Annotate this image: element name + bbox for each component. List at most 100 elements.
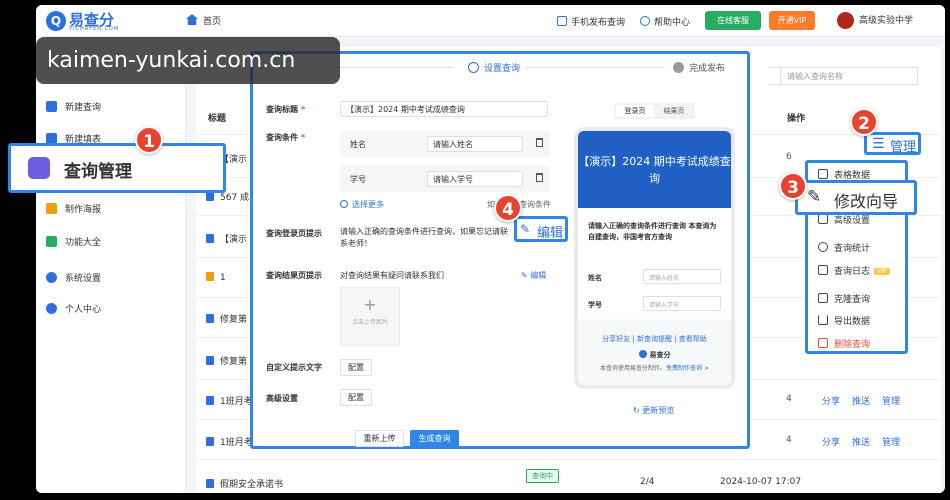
doc-icon: [206, 437, 214, 446]
doc-icon: [206, 272, 214, 281]
sidebar-item-label: 新建查询: [65, 103, 102, 113]
row-title: 1: [220, 273, 226, 283]
menu-icon: ☰: [872, 136, 885, 152]
reupload-button[interactable]: 重新上传: [355, 430, 404, 447]
menu-item-label: 查询日志: [834, 267, 871, 277]
search-input[interactable]: 请输入查询名称: [780, 67, 918, 85]
table-row[interactable]: 1班月考: [206, 394, 253, 407]
made-by-text: 本查询使用易查分制作。: [600, 365, 667, 372]
phone-header: 【演示】2024 期中考试成绩查询: [578, 131, 731, 208]
sidebar-item-new-query[interactable]: 新建查询: [46, 100, 101, 113]
callout-edit: ✎ 编辑: [514, 216, 568, 242]
row-title: 【演示: [220, 235, 248, 245]
sidebar-item-features[interactable]: 功能大全: [46, 235, 101, 248]
step-label: 设置查询: [484, 64, 521, 74]
divider: [196, 459, 941, 460]
conditions-label: 查询条件 *: [266, 133, 306, 142]
doc-icon: [206, 192, 214, 201]
online-service-button[interactable]: 在线客服: [705, 11, 761, 30]
edit-label: 编辑: [530, 271, 547, 280]
edit-result-tip-button[interactable]: ✎ 编辑: [521, 270, 546, 281]
row-count: 4: [786, 394, 792, 404]
menu-item-label: 导出数据: [834, 317, 871, 327]
menu-item-delete[interactable]: 删除查询: [818, 337, 870, 350]
refresh-preview-button[interactable]: ↻ 更新预览: [633, 405, 674, 416]
title-input[interactable]: 【演示】2024 期中考试成绩查询: [340, 101, 548, 117]
user-menu[interactable]: 高级实验中学: [837, 12, 913, 29]
help-link[interactable]: 帮助中心: [640, 15, 690, 28]
step-label: 完成发布: [689, 64, 726, 74]
share-link[interactable]: 分享: [822, 438, 840, 448]
table-row[interactable]: 假期安全承诺书: [206, 477, 283, 490]
table-row[interactable]: 修复第: [206, 354, 247, 367]
menu-item-export[interactable]: 导出数据: [818, 314, 870, 327]
sidebar-item-label: 个人中心: [65, 305, 102, 315]
sidebar-item-profile[interactable]: 个人中心: [46, 302, 101, 315]
vip-button[interactable]: 开通VIP: [769, 11, 815, 30]
clock-icon: [818, 242, 828, 252]
label-text: 查询标题: [266, 105, 298, 114]
doc-icon: [206, 396, 214, 405]
refresh-icon: ↻: [633, 406, 640, 415]
home-icon: [186, 14, 198, 25]
table-row[interactable]: 1: [206, 272, 226, 283]
home-link[interactable]: 首页: [186, 14, 221, 27]
trash-icon[interactable]: [536, 138, 543, 147]
row-title: 1班月考: [220, 397, 253, 407]
condition-name: 姓名: [350, 140, 366, 149]
preview-tabs: 登录页 结果页: [614, 103, 695, 119]
step-badge: 2: [850, 108, 878, 136]
doc-icon: [206, 314, 214, 323]
manage-link[interactable]: 管理: [882, 438, 900, 448]
phone-footer: 分享好友 | 新查询提醒 | 查看帮助 易查分 本查询使用易查分制作。免费制作查…: [578, 319, 731, 385]
row-title: 1班月考: [220, 438, 253, 448]
select-more-link[interactable]: 选择更多: [340, 199, 384, 210]
row-time: 2024-10-07 17:07: [720, 477, 802, 487]
condition-input[interactable]: 请输入姓名: [427, 136, 523, 152]
condition-input[interactable]: 请输入学号: [427, 171, 523, 187]
col-title-header: 标题: [208, 114, 227, 124]
callout-label: 编辑: [537, 226, 564, 241]
logo-sub: YICHAFEN.COM: [69, 26, 120, 32]
menu-item-label: 高级设置: [834, 216, 871, 226]
push-link[interactable]: 推送: [852, 397, 870, 407]
tab-login-page[interactable]: 登录页: [616, 105, 654, 117]
advanced-config-button[interactable]: 配置: [340, 389, 372, 406]
table-row[interactable]: 1班月考: [206, 435, 253, 448]
sidebar-item-settings[interactable]: 系统设置: [46, 271, 101, 284]
status-badge: 查询中: [526, 469, 559, 483]
callout-edit-wizard: ✎ 修改向导: [795, 180, 917, 215]
phone-screen: 【演示】2024 期中考试成绩查询 请输入正确的查询条件进行查询 本查询为自建查…: [578, 131, 731, 385]
title-label: 查询标题 *: [266, 105, 306, 114]
push-link[interactable]: 推送: [852, 438, 870, 448]
label-text: 查询条件: [266, 133, 298, 142]
generate-query-button[interactable]: 生成查询: [410, 430, 459, 447]
row-title: 567 成: [220, 193, 250, 203]
features-icon: [46, 236, 57, 247]
upload-image-button[interactable]: + 点击上传图片: [340, 287, 400, 346]
pencil-icon: ✎: [521, 271, 528, 280]
home-label: 首页: [203, 17, 222, 27]
step-badge: 4: [494, 194, 522, 222]
trash-icon[interactable]: [536, 173, 543, 182]
sidebar-item-poster[interactable]: 制作海报: [46, 202, 101, 215]
grid-icon: [818, 214, 828, 224]
phone-preview: 【演示】2024 期中考试成绩查询 请输入正确的查询条件进行查询 本查询为自建查…: [574, 127, 735, 389]
mobile-publish-link[interactable]: 手机发布查询: [557, 15, 625, 28]
row-count: 6: [786, 152, 792, 162]
custom-text-config-button[interactable]: 配置: [340, 359, 372, 376]
upload-text: 点击上传图片: [351, 319, 388, 326]
check-icon: [673, 62, 684, 73]
menu-item-stats[interactable]: 查询统计: [818, 241, 870, 254]
logo[interactable]: Q 易查分 YICHAFEN.COM: [46, 9, 120, 33]
brand-name: 易查分: [649, 351, 671, 359]
school-name: 高级实验中学: [859, 16, 914, 26]
table-row[interactable]: 【演示: [206, 232, 247, 245]
share-link[interactable]: 分享: [822, 397, 840, 407]
menu-item-log[interactable]: 查询日志 VIP: [818, 264, 890, 277]
menu-item-clone[interactable]: 克隆查询: [818, 292, 870, 305]
step-badge: 1: [135, 126, 163, 154]
manage-link[interactable]: 管理: [882, 397, 900, 407]
table-row[interactable]: 修复第: [206, 312, 247, 325]
tab-result-page[interactable]: 结果页: [655, 105, 693, 117]
